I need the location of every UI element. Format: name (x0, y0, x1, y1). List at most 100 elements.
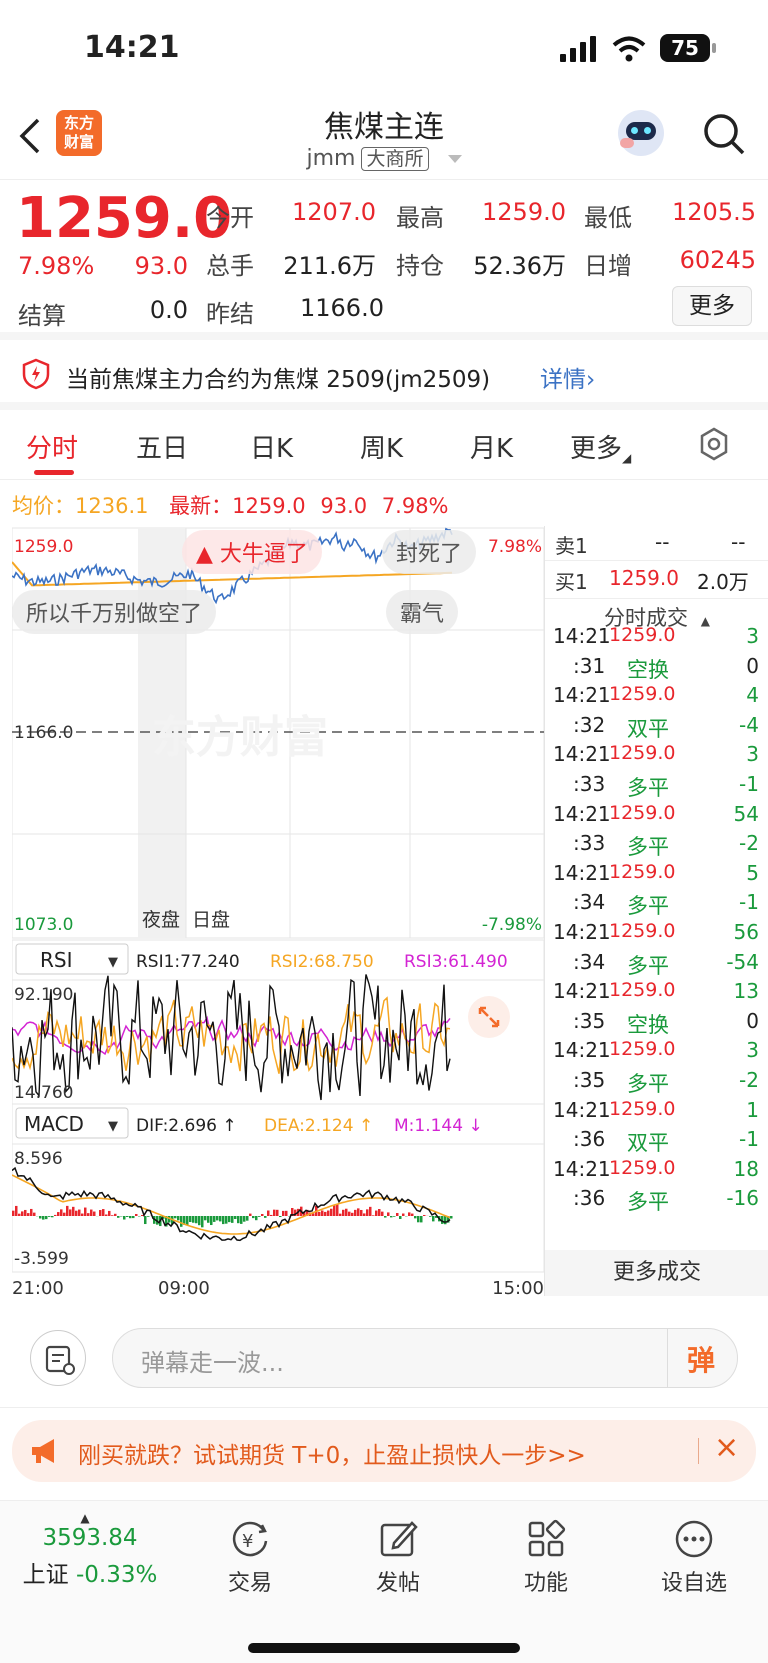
macd-bar (252, 1216, 255, 1219)
macd-bar (24, 1209, 27, 1216)
trade-volume: 56 (733, 920, 759, 944)
danmaku-bubble[interactable]: 所以千万别做空了 (12, 590, 217, 634)
promo-banner[interactable]: 刚买就跌？试试期货 T+0，止盈止损快人一步>> × (12, 1420, 756, 1482)
trade-volume: 5 (746, 860, 759, 885)
trade-time: 14:21 (553, 801, 611, 826)
macd-bar (42, 1216, 45, 1220)
danmaku-bubble[interactable]: ▲ 大牛逼了 (182, 530, 322, 574)
nav-watchlist[interactable]: 设自选 (634, 1517, 754, 1597)
main-contract-notice[interactable]: 当前焦煤主力合约为焦煤 2509(jm2509) 详情› (0, 340, 768, 410)
more-button[interactable]: 更多 (672, 286, 752, 326)
macd-bar (258, 1216, 261, 1217)
trade-volume: 3 (746, 1038, 759, 1063)
macd-bar (351, 1212, 354, 1216)
nav-functions[interactable]: 功能 (486, 1517, 606, 1597)
divider (545, 598, 768, 599)
avg-label: 均价： (12, 494, 75, 518)
promo-text: 刚买就跌？试试期货 T+0，止盈止损快人一步>> (78, 1443, 586, 1469)
axis-top-pct: 7.98% (488, 537, 542, 557)
macd-bar (18, 1213, 21, 1216)
intraday-info-line: 均价：1236.1 最新：1259.0 93.0 7.98% (12, 490, 449, 520)
macd-bar (99, 1210, 102, 1216)
tab-weekly-k[interactable]: 周K (360, 428, 403, 465)
nav-trade-label: 交易 (227, 1571, 272, 1596)
m-value: M:1.144 ↓ (394, 1116, 483, 1136)
index-ticker[interactable]: ▲ 3593.84 上证 -0.33% (0, 1511, 180, 1589)
volume-value: 211.6万 (283, 252, 376, 280)
macd-bar (255, 1216, 258, 1221)
macd-bar (279, 1216, 282, 1218)
macd-bar (102, 1209, 105, 1216)
macd-bar (60, 1209, 63, 1216)
macd-bar (348, 1211, 351, 1216)
tab-daily-k[interactable]: 日K (250, 428, 293, 465)
last-price: 1259.0 (16, 186, 233, 251)
search-icon[interactable] (702, 112, 746, 156)
macd-bar (123, 1216, 126, 1220)
macd-bar (27, 1213, 30, 1216)
ask-price: -- (655, 530, 670, 554)
nav-trade[interactable]: ¥ 交易 (190, 1517, 310, 1597)
trade-row: :33 多平 -1 (545, 770, 768, 801)
expand-icon[interactable] (468, 996, 510, 1038)
avg-value: 1236.1 (75, 494, 149, 518)
danmaku-input[interactable]: 弹幕走一波... 弹 (112, 1328, 738, 1388)
notice-detail-link[interactable]: 详情› (540, 360, 595, 394)
trade-price: 空换 (627, 1012, 669, 1037)
macd-bar (213, 1216, 216, 1222)
tab-intraday[interactable]: 分时 (26, 428, 78, 465)
chevron-down-icon (447, 155, 462, 163)
macd-bar (45, 1216, 48, 1220)
trade-price: 1259.0 (609, 860, 676, 883)
trade-price: 多平 (627, 1190, 669, 1215)
macd-bar (39, 1216, 42, 1219)
macd-bar (222, 1216, 225, 1225)
macd-bar (444, 1216, 447, 1225)
macd-bar (210, 1216, 213, 1226)
macd-bar (126, 1216, 129, 1217)
tab-monthly-k[interactable]: 月K (470, 428, 513, 465)
gear-icon[interactable] (696, 426, 732, 462)
comment-list-icon[interactable] (30, 1330, 86, 1386)
macd-bar (231, 1216, 234, 1223)
macd-bar (132, 1216, 135, 1219)
macd-bar (201, 1216, 204, 1228)
index-name: 上证 (22, 1562, 69, 1588)
macd-bar (66, 1205, 69, 1216)
trade-volume: 18 (733, 1156, 759, 1181)
trade-row: :31 空换 0 (545, 652, 768, 683)
oi-value: 52.36万 (473, 252, 566, 280)
macd-bar (372, 1215, 375, 1216)
danmaku-bubble[interactable]: 霸气 (386, 590, 459, 634)
index-change: -0.33% (75, 1562, 158, 1588)
close-icon[interactable]: × (714, 1430, 739, 1465)
macd-bar (111, 1215, 114, 1216)
trade-row: :34 多平 -54 (545, 948, 768, 979)
robot-assistant-icon[interactable] (618, 110, 664, 156)
macd-bar (198, 1216, 201, 1226)
trade-time: :35 (573, 1068, 606, 1092)
status-bar: 14:21 75 (0, 0, 768, 96)
danmaku-bubble[interactable]: 封死了 (382, 530, 477, 574)
trade-yen-icon: ¥ (232, 1521, 268, 1557)
trade-price: 1259.0 (609, 979, 676, 1002)
macd-bar (69, 1209, 72, 1216)
nav-post[interactable]: 发帖 (338, 1517, 458, 1597)
trade-price: 1259.0 (609, 920, 676, 942)
time-axis-end: 15:00 (492, 1278, 544, 1296)
nav-post-label: 发帖 (375, 1571, 420, 1596)
danmaku-send-button[interactable]: 弹 (687, 1339, 715, 1379)
more-trades-button[interactable]: 更多成交 (545, 1250, 768, 1296)
trade-volume: -1 (739, 1127, 759, 1152)
trade-price: 1259.0 (609, 1038, 676, 1061)
macd-bar (321, 1210, 324, 1216)
tab-more[interactable]: 更多◢ (570, 428, 631, 465)
tab-five-day[interactable]: 五日 (136, 428, 188, 465)
intraday-chart-area[interactable]: 东方财富 1259.0 7.98% 1166.0 1073.0 -7.98% 夜… (11, 526, 545, 1299)
macd-bar (363, 1213, 366, 1216)
trade-row: 14:21 1259.0 18 (545, 1155, 768, 1186)
trade-price: 1259.0 (609, 1097, 676, 1120)
macd-bar (219, 1216, 222, 1222)
trade-price: 1259.0 (609, 624, 676, 646)
macd-bar (384, 1216, 387, 1218)
